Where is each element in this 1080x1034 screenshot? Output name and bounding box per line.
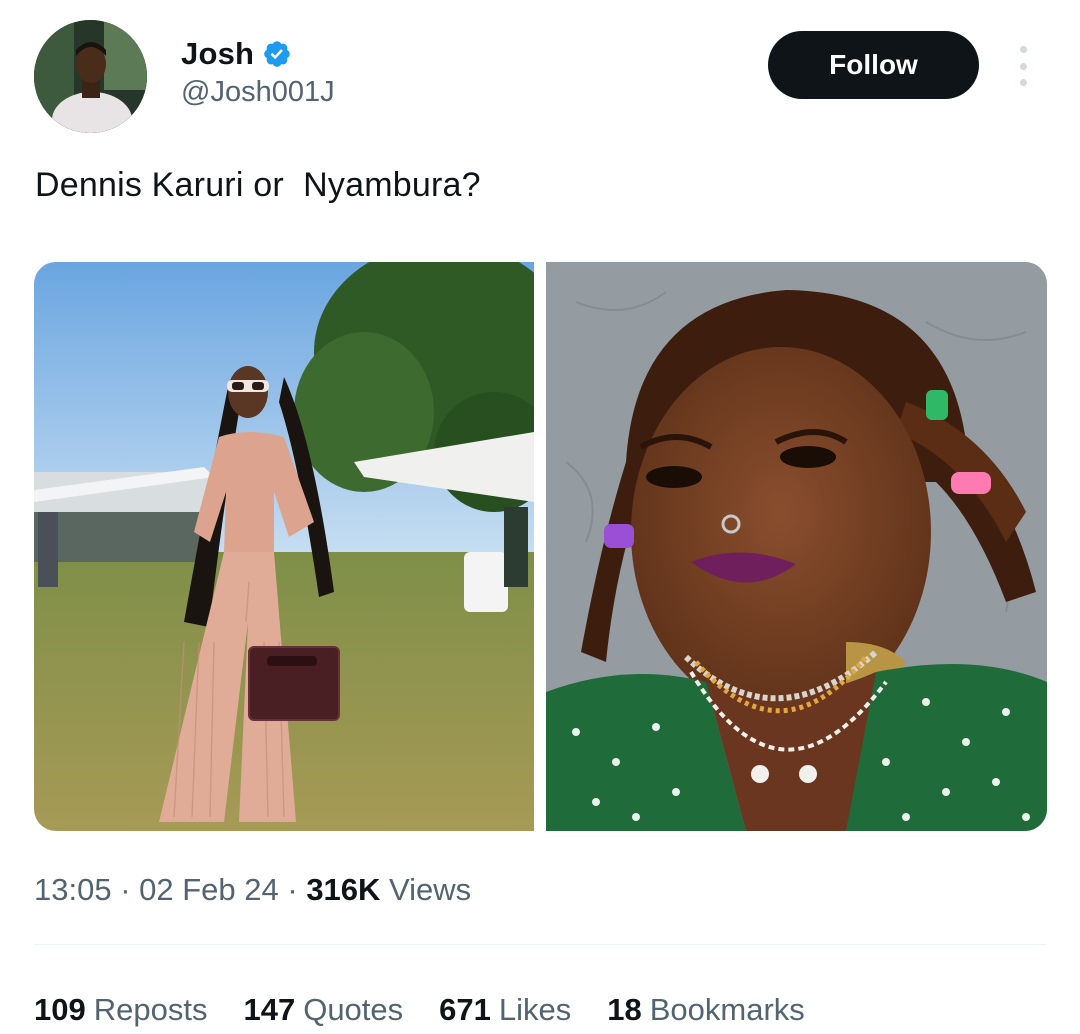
stat-reposts[interactable]: 109 Reposts bbox=[34, 992, 207, 1028]
divider bbox=[34, 944, 1046, 945]
tweet-time[interactable]: 13:05 bbox=[34, 872, 112, 908]
views-label: Views bbox=[380, 872, 472, 907]
stat-quotes[interactable]: 147 Quotes bbox=[243, 992, 403, 1028]
quotes-count: 147 bbox=[243, 992, 296, 1027]
tweet-date[interactable]: 02 Feb 24 bbox=[139, 872, 279, 908]
more-dot bbox=[1019, 79, 1027, 86]
meta-separator: · bbox=[111, 872, 140, 907]
verified-badge-icon bbox=[262, 39, 292, 69]
likes-count: 671 bbox=[439, 992, 491, 1027]
author-display-name[interactable]: Josh bbox=[181, 36, 254, 72]
reposts-label: Reposts bbox=[93, 992, 208, 1027]
author-handle[interactable]: @Josh001J bbox=[181, 76, 335, 109]
views-count: 316K bbox=[306, 872, 381, 907]
reposts-count: 109 bbox=[34, 992, 86, 1027]
likes-label: Likes bbox=[498, 992, 572, 1027]
tweet-meta: 13:05 · 02 Feb 24 · 316K Views bbox=[34, 872, 471, 908]
stat-bookmarks[interactable]: 18 Bookmarks bbox=[607, 992, 805, 1028]
more-options-icon[interactable] bbox=[1010, 46, 1036, 86]
more-dot bbox=[1019, 46, 1027, 53]
meta-separator: · bbox=[278, 872, 307, 907]
tweet-photo-right[interactable] bbox=[546, 262, 1047, 831]
engagement-stats: 109 Reposts 147 Quotes 671 Likes 18 Book… bbox=[34, 992, 841, 1028]
quotes-label: Quotes bbox=[303, 992, 404, 1027]
stat-likes[interactable]: 671 Likes bbox=[439, 992, 571, 1028]
tweet-text: Dennis Karuri or Nyambura? bbox=[35, 166, 481, 204]
author-name-row[interactable]: Josh bbox=[181, 36, 292, 72]
bookmarks-label: Bookmarks bbox=[649, 992, 805, 1027]
tweet-photo-left[interactable] bbox=[34, 262, 534, 831]
bookmarks-count: 18 bbox=[607, 992, 642, 1027]
more-dot bbox=[1019, 62, 1027, 70]
follow-button[interactable]: Follow bbox=[768, 31, 979, 99]
author-avatar[interactable] bbox=[34, 20, 147, 133]
